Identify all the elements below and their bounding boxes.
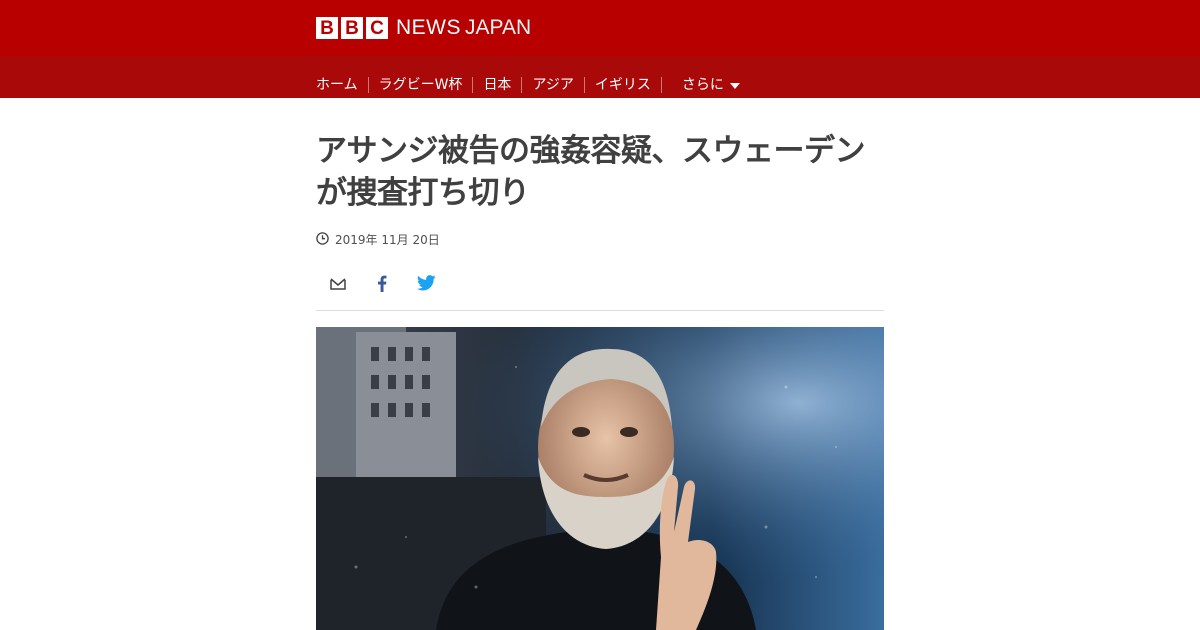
article-date: 2019年 11月 20日: [316, 230, 440, 249]
brand-wordmark: NEWS JAPAN: [396, 17, 531, 39]
share-facebook-button[interactable]: [360, 272, 404, 298]
bbc-logo-letter: B: [316, 17, 338, 39]
share-email-button[interactable]: [316, 272, 360, 298]
bbc-logo-letter: C: [366, 17, 388, 39]
headline-line-2: が捜査打ち切り: [316, 175, 530, 211]
nav-item-home[interactable]: ホーム: [316, 77, 369, 93]
share-tools: [316, 272, 448, 298]
hero-photo: [316, 327, 884, 630]
date-text: 2019年 11月 20日: [335, 233, 440, 247]
chevron-down-icon: [729, 83, 740, 89]
bbc-news-japan-logo[interactable]: B B C NEWS JAPAN: [316, 17, 531, 39]
share-twitter-button[interactable]: [404, 272, 448, 298]
article-headline: アサンジ被告の強姦容疑、スウェーデン が捜査打ち切り: [316, 130, 896, 214]
facebook-icon: [377, 275, 387, 296]
bbc-logo-blocks: B B C: [316, 17, 388, 39]
twitter-icon: [416, 275, 436, 295]
main-navigation: ホーム ラグビーW杯 日本 アジア イギリス さらに: [0, 56, 1200, 98]
headline-line-1: アサンジ被告の強姦容疑、スウェーデン: [316, 133, 866, 169]
brand-news: NEWS: [396, 16, 461, 39]
bbc-logo-letter: B: [341, 17, 363, 39]
share-divider: [316, 310, 884, 311]
nav-item-asia[interactable]: アジア: [522, 77, 585, 93]
nav-list: ホーム ラグビーW杯 日本 アジア イギリス さらに: [316, 77, 740, 93]
nav-item-uk[interactable]: イギリス: [585, 77, 662, 93]
nav-more-label: さらに: [681, 77, 724, 93]
article-hero-image: [316, 327, 884, 630]
nav-item-rugby-world-cup[interactable]: ラグビーW杯: [369, 77, 474, 93]
clock-icon: [316, 230, 329, 249]
nav-more-dropdown[interactable]: さらに: [662, 77, 740, 93]
nav-item-japan[interactable]: 日本: [473, 77, 523, 93]
brand-edition: JAPAN: [465, 16, 532, 39]
masthead: B B C NEWS JAPAN: [0, 0, 1200, 56]
email-icon: [330, 276, 346, 295]
